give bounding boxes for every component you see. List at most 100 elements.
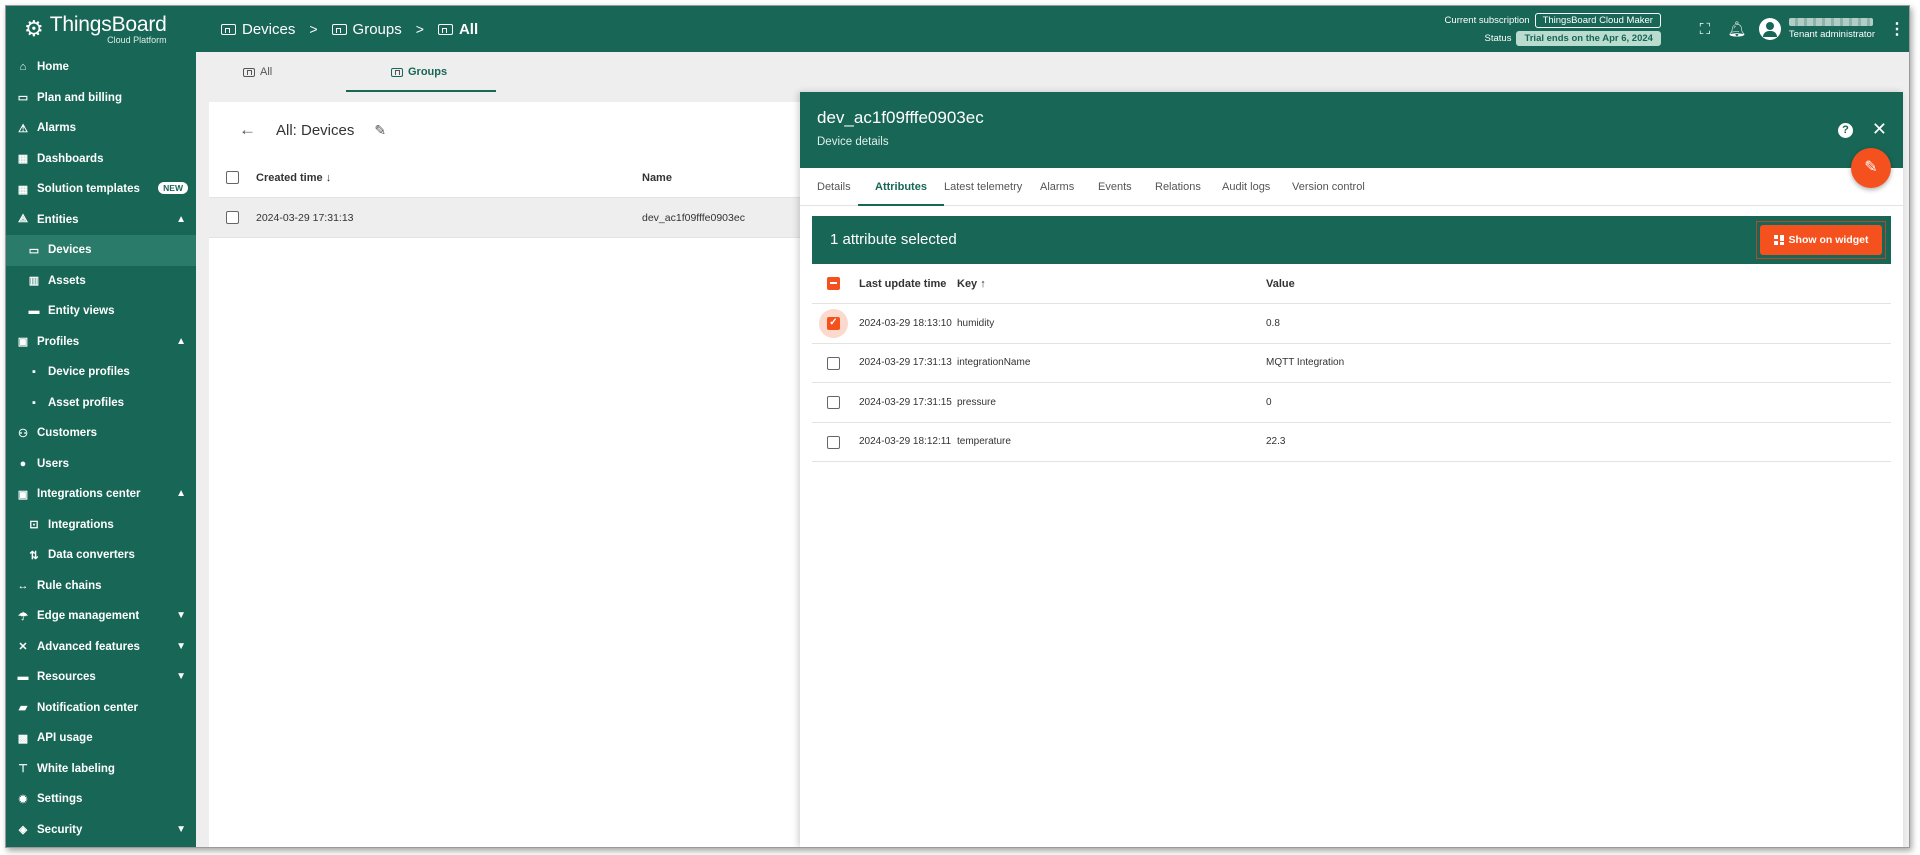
dashboard-icon: ▦ — [17, 153, 29, 166]
highlight-frame: Show on widget — [1756, 221, 1886, 259]
tab-version-control[interactable]: Version control — [1292, 168, 1365, 206]
row-checkbox[interactable] — [226, 211, 239, 224]
sidebar-item-solution-templates[interactable]: ▦ Solution templates NEW — [6, 174, 196, 205]
sidebar-item-label: Assets — [48, 274, 86, 287]
device-details-panel: dev_ac1f09fffe0903ec Device details ? ✕ … — [800, 92, 1903, 847]
attributes-header: Last update time Key ↑ Value — [812, 264, 1891, 304]
settings-icon: ✹ — [18, 793, 28, 806]
brand-name: ThingsBoard — [49, 12, 167, 36]
avatar — [1758, 18, 1781, 40]
sidebar-item-notification-center[interactable]: ▰ Notification center — [6, 693, 196, 724]
cell-key: pressure — [957, 396, 996, 408]
more-vert-icon[interactable]: ⋮ — [1885, 19, 1909, 39]
tab-audit-logs[interactable]: Audit logs — [1222, 168, 1270, 206]
show-on-widget-button[interactable]: Show on widget — [1760, 225, 1882, 255]
sidebar-item-asset-profiles[interactable]: ▪ Asset profiles — [6, 388, 196, 419]
table-row[interactable]: 2024-03-29 17:31:13 integrationName MQTT I… — [812, 344, 1891, 383]
asset-icon: ▥ — [28, 275, 40, 288]
app-window: ⚙ ThingsBoard Cloud Platform Devices > G… — [5, 5, 1910, 848]
sidebar-item-dashboards[interactable]: ▦ Dashboards — [6, 144, 196, 175]
logo[interactable]: ⚙ ThingsBoard Cloud Platform — [6, 6, 191, 52]
alarm-icon: ⚠ — [18, 122, 28, 135]
breadcrumb-devices[interactable]: Devices — [221, 21, 295, 38]
selection-text: 1 attribute selected — [830, 231, 957, 248]
sidebar-item-label: Users — [37, 457, 69, 470]
chevron-down-icon: ▼ — [176, 610, 186, 621]
sidebar-item-devices[interactable]: ▭ Devices — [6, 235, 196, 266]
table-row[interactable]: 2024-03-29 17:31:15 pressure 0 — [812, 383, 1891, 423]
subscription-badge[interactable]: ThingsBoard Cloud Maker — [1534, 12, 1661, 28]
device-profile-icon: ▪ — [32, 366, 36, 379]
sidebar-item-profiles[interactable]: ▣ Profiles ▲ — [6, 327, 196, 358]
integrations-icon: ⊡ — [29, 519, 39, 532]
sidebar-item-integrations[interactable]: ⊡ Integrations — [6, 510, 196, 541]
tab-attributes[interactable]: Attributes — [858, 168, 944, 206]
tab-relations[interactable]: Relations — [1155, 168, 1201, 206]
column-value[interactable]: Value — [1266, 278, 1295, 290]
sidebar-item-assets[interactable]: ▥ Assets — [6, 266, 196, 297]
tab-all[interactable]: All — [243, 52, 272, 92]
sidebar-item-entity-views[interactable]: ▬ Entity views — [6, 296, 196, 327]
tab-latest-telemetry[interactable]: Latest telemetry — [944, 168, 1022, 206]
sidebar-item-label: Security — [37, 823, 83, 836]
notification-icon: ▰ — [18, 702, 28, 715]
user-name-blurred — [1788, 18, 1873, 26]
bell-icon[interactable]: 🔔︎ — [1721, 20, 1753, 38]
cell-value: 0 — [1266, 396, 1272, 408]
table-row[interactable]: ✓ 2024-03-29 18:13:10 humidity 0.8 — [812, 304, 1891, 344]
select-all-checkbox[interactable] — [827, 277, 840, 290]
fullscreen-icon[interactable]: ⛶ — [1689, 21, 1721, 38]
arrow-back-icon[interactable]: ← — [239, 120, 256, 140]
sidebar-item-resources[interactable]: ▬ Resources ▼ — [6, 662, 196, 693]
sidebar-item-integrations-center[interactable]: ▣ Integrations center ▲ — [6, 479, 196, 510]
sidebar-item-edge-management[interactable]: ☂ Edge management ▼ — [6, 601, 196, 632]
row-checkbox[interactable] — [827, 356, 840, 370]
row-checkbox[interactable]: ✓ — [827, 317, 840, 330]
sidebar-item-white-labeling[interactable]: ⊤ White labeling — [6, 754, 196, 785]
edit-fab-button[interactable]: ✎ — [1851, 148, 1891, 188]
row-checkbox[interactable] — [827, 435, 840, 449]
breadcrumb: Devices > Groups > All — [221, 21, 478, 38]
tab-events[interactable]: Events — [1098, 168, 1132, 206]
white-label-icon: ⊤ — [18, 763, 28, 776]
asset-profile-icon: ▪ — [32, 396, 36, 409]
sidebar-item-advanced-features[interactable]: ✕ Advanced features ▼ — [6, 632, 196, 663]
sidebar-item-customers[interactable]: ⚇ Customers — [6, 418, 196, 449]
close-icon[interactable]: ✕ — [1872, 119, 1887, 140]
device-icon — [243, 67, 255, 77]
sidebar-item-entities[interactable]: ⟁ Entities ▲ — [6, 205, 196, 236]
column-name[interactable]: Name — [642, 172, 672, 184]
sidebar-item-plan-and-billing[interactable]: ▭ Plan and billing — [6, 83, 196, 114]
user-menu[interactable]: Tenant administrator — [1758, 18, 1875, 40]
column-key[interactable]: Key ↑ — [957, 278, 986, 290]
sidebar-item-alarms[interactable]: ⚠ Alarms — [6, 113, 196, 144]
sidebar-item-device-profiles[interactable]: ▪ Device profiles — [6, 357, 196, 388]
chevron-up-icon: ▲ — [176, 213, 186, 225]
subscription-info: Current subscription ThingsBoard Cloud Ma… — [1445, 12, 1661, 46]
sidebar-item-rule-chains[interactable]: ↔ Rule chains — [6, 571, 196, 602]
sidebar-item-label: Entity views — [48, 305, 115, 318]
sidebar-item-users[interactable]: ● Users — [6, 449, 196, 480]
column-last-update[interactable]: Last update time — [859, 278, 946, 290]
breadcrumb-groups[interactable]: Groups — [331, 21, 402, 38]
rule-chain-icon: ↔ — [17, 579, 29, 592]
row-checkbox[interactable] — [827, 396, 840, 409]
table-row[interactable]: 2024-03-29 18:12:11 temperature 22.3 — [812, 423, 1891, 462]
sidebar-item-api-usage[interactable]: ▩ API usage — [6, 723, 196, 754]
tab-details[interactable]: Details — [817, 168, 851, 206]
help-icon[interactable]: ? — [1838, 123, 1853, 138]
sidebar-item-label: Integrations center — [37, 488, 141, 501]
sidebar-item-label: Dashboards — [37, 152, 104, 165]
sidebar-item-home[interactable]: ⌂ Home — [6, 52, 196, 83]
sidebar-item-settings[interactable]: ✹ Settings — [6, 784, 196, 815]
api-icon: ▩ — [17, 732, 29, 745]
top-bar: ⚙ ThingsBoard Cloud Platform Devices > G… — [6, 6, 1909, 52]
select-all-checkbox[interactable] — [226, 171, 239, 184]
templates-icon: ▦ — [17, 183, 29, 196]
tab-groups[interactable]: Groups — [391, 52, 447, 92]
column-created-time[interactable]: Created time ↓ — [256, 172, 331, 184]
tab-alarms[interactable]: Alarms — [1040, 168, 1074, 206]
sidebar-item-data-converters[interactable]: ⇅ Data converters — [6, 540, 196, 571]
sidebar-item-security[interactable]: ◈ Security ▼ — [6, 815, 196, 846]
edit-icon[interactable]: ✎ — [374, 122, 386, 139]
